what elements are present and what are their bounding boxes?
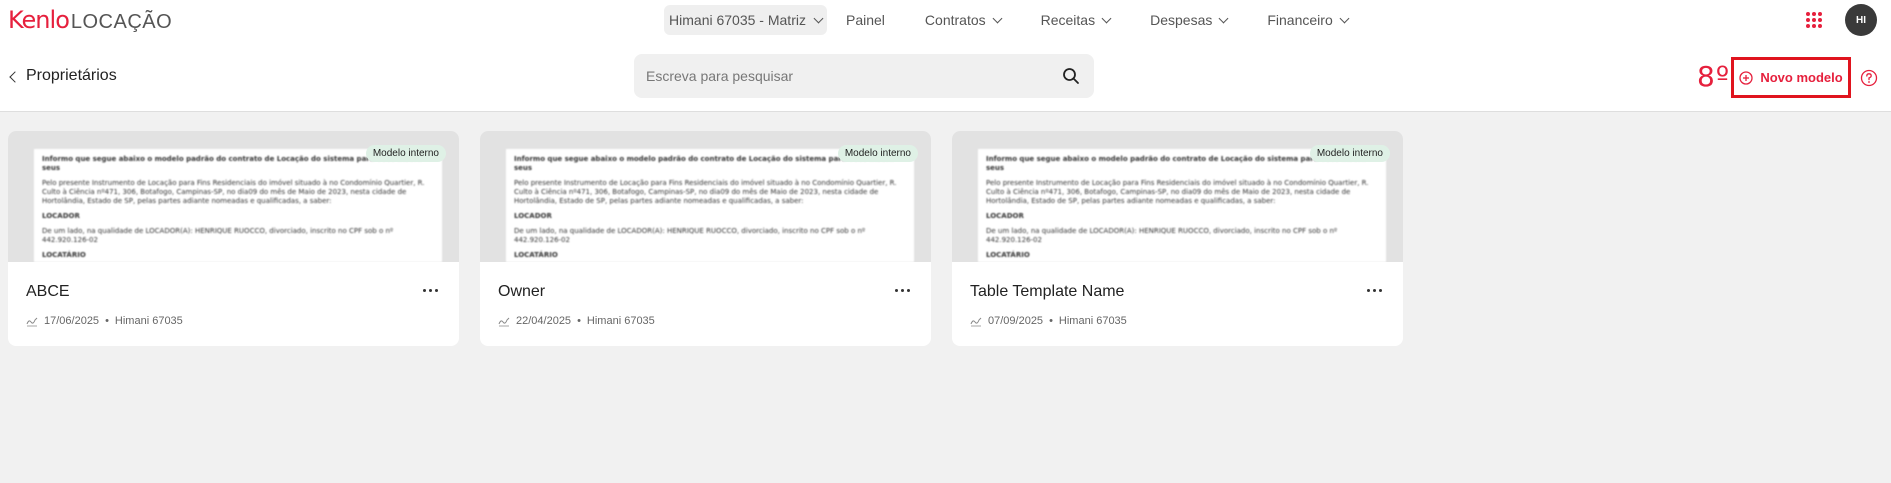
meta-separator: •	[577, 315, 581, 327]
preview-section: LOCADOR	[986, 212, 1024, 220]
main-nav: Painel Contratos Receitas Despesas Finan…	[846, 5, 1388, 35]
signature-icon	[970, 317, 982, 327]
preview-line: De um lado, na qualidade de LOCADOR(A): …	[42, 227, 394, 244]
top-navigation-bar: Kenlo LOCAÇÃO Himani 67035 - Matriz Pain…	[0, 0, 1891, 40]
help-icon[interactable]	[1860, 69, 1878, 87]
template-card[interactable]: Informo que segue abaixo o modelo padrão…	[8, 131, 459, 346]
organization-selector-label: Himani 67035 - Matriz	[669, 12, 806, 28]
nav-item-label: Financeiro	[1267, 12, 1333, 28]
template-thumbnail[interactable]: Informo que segue abaixo o modelo padrão…	[8, 131, 459, 262]
chevron-down-icon	[1101, 13, 1112, 23]
search-bar	[634, 54, 1094, 98]
step-counter: 8º	[1697, 60, 1731, 93]
nav-item-label: Despesas	[1150, 12, 1213, 28]
nav-item-label: Contratos	[924, 12, 986, 28]
preview-line: De um lado, na qualidade de LOCADOR(A): …	[986, 227, 1338, 244]
template-title: Owner	[498, 283, 546, 300]
template-thumbnail[interactable]: Informo que segue abaixo o modelo padrão…	[952, 131, 1403, 262]
template-thumbnail[interactable]: Informo que segue abaixo o modelo padrão…	[480, 131, 931, 262]
kenlo-logo[interactable]: Kenlo LOCAÇÃO	[8, 6, 173, 34]
template-card[interactable]: Informo que segue abaixo o modelo padrão…	[952, 131, 1403, 346]
template-title: Table Template Name	[970, 283, 1125, 300]
internal-model-badge: Modelo interno	[1309, 145, 1390, 162]
template-date: 07/09/2025	[988, 315, 1044, 327]
more-options-icon[interactable]	[895, 289, 913, 295]
nav-item-contratos[interactable]: Contratos	[924, 12, 1003, 28]
template-title: ABCE	[26, 283, 70, 300]
nav-item-label: Receitas	[1040, 12, 1096, 28]
search-icon[interactable]	[1062, 67, 1080, 85]
nav-item-label: Painel	[846, 12, 885, 28]
logo-product: LOCAÇÃO	[70, 11, 173, 33]
preview-body: Pelo presente Instrumento de Locação par…	[986, 179, 1369, 205]
chevron-down-icon	[1339, 13, 1350, 23]
preview-section: LOCATÁRIO	[42, 251, 86, 259]
internal-model-badge: Modelo interno	[365, 145, 446, 162]
more-options-icon[interactable]	[1367, 289, 1385, 295]
internal-model-badge: Modelo interno	[837, 145, 918, 162]
preview-section: LOCADOR	[42, 212, 80, 220]
signature-icon	[26, 317, 38, 327]
template-card-list: Informo que segue abaixo o modelo padrão…	[8, 131, 1403, 346]
more-options-icon[interactable]	[423, 289, 441, 295]
preview-body: Pelo presente Instrumento de Locação par…	[514, 179, 897, 205]
preview-body: Pelo presente Instrumento de Locação par…	[42, 179, 425, 205]
chevron-down-icon	[992, 13, 1003, 23]
template-date: 22/04/2025	[516, 315, 572, 327]
preview-section: LOCATÁRIO	[514, 251, 558, 259]
back-arrow-icon[interactable]	[8, 70, 18, 84]
plus-circle-icon	[1739, 70, 1753, 85]
search-input[interactable]	[646, 54, 1046, 98]
meta-separator: •	[1049, 315, 1053, 327]
organization-selector[interactable]: Himani 67035 - Matriz	[664, 5, 827, 35]
document-preview: Informo que segue abaixo o modelo padrão…	[34, 149, 442, 262]
page-header: Proprietários 8º Novo modelo	[0, 40, 1891, 112]
apps-grid-icon[interactable]	[1806, 12, 1822, 28]
preview-line: De um lado, na qualidade de LOCADOR(A): …	[514, 227, 866, 244]
template-meta: 17/06/2025 • Himani 67035	[26, 315, 183, 327]
logo-brand: Kenlo	[8, 6, 70, 34]
nav-item-financeiro[interactable]: Financeiro	[1267, 12, 1350, 28]
user-avatar[interactable]: HI	[1845, 4, 1877, 36]
new-template-button[interactable]: Novo modelo	[1731, 57, 1851, 98]
page-title: Proprietários	[26, 67, 117, 84]
nav-item-despesas[interactable]: Despesas	[1150, 12, 1229, 28]
new-template-button-label: Novo modelo	[1760, 70, 1843, 85]
signature-icon	[498, 317, 510, 327]
document-preview: Informo que segue abaixo o modelo padrão…	[978, 149, 1386, 262]
chevron-down-icon	[1218, 13, 1229, 23]
preview-section: LOCADOR	[514, 212, 552, 220]
chevron-down-icon	[813, 13, 824, 23]
template-meta: 07/09/2025 • Himani 67035	[970, 315, 1127, 327]
template-author: Himani 67035	[114, 315, 183, 327]
template-author: Himani 67035	[586, 315, 655, 327]
template-meta: 22/04/2025 • Himani 67035	[498, 315, 655, 327]
nav-item-receitas[interactable]: Receitas	[1040, 12, 1112, 28]
preview-section: LOCATÁRIO	[986, 251, 1030, 259]
meta-separator: •	[105, 315, 109, 327]
template-card[interactable]: Informo que segue abaixo o modelo padrão…	[480, 131, 931, 346]
document-preview: Informo que segue abaixo o modelo padrão…	[506, 149, 914, 262]
template-date: 17/06/2025	[44, 315, 100, 327]
template-author: Himani 67035	[1058, 315, 1127, 327]
nav-item-painel[interactable]: Painel	[846, 12, 885, 28]
